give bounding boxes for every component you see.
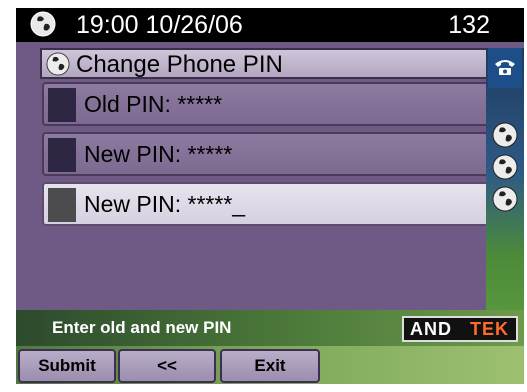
field-label: New PIN: <box>84 141 182 167</box>
extension-number: 132 <box>448 11 490 39</box>
line-sidebar <box>486 48 524 324</box>
top-bar: 19:00 10/26/06 132 <box>16 8 524 42</box>
globe-icon[interactable] <box>492 186 518 212</box>
page-title: Change Phone PIN <box>76 51 283 78</box>
page-title-bar: Change Phone PIN <box>40 48 500 79</box>
field-value: ***** <box>187 141 233 167</box>
field-label: New PIN: <box>84 191 182 217</box>
exit-button[interactable]: Exit <box>220 349 320 383</box>
line-button[interactable] <box>488 48 522 88</box>
confirm-pin-field[interactable]: New PIN: *****_ <box>42 182 498 226</box>
globe-icon[interactable] <box>492 122 518 148</box>
phone-icon <box>495 60 515 75</box>
back-button[interactable]: << <box>118 349 216 383</box>
status-bar: Enter old and new PIN AND TEK <box>16 310 524 346</box>
andtek-logo: AND TEK <box>402 316 518 342</box>
field-marker <box>48 188 76 222</box>
globe-icon <box>46 52 70 76</box>
phone-screen: 19:00 10/26/06 132 Change Phone PIN Old … <box>16 8 524 384</box>
time-date: 19:00 10/26/06 <box>76 11 243 39</box>
old-pin-field[interactable]: Old PIN: ***** <box>42 82 498 126</box>
submit-button[interactable]: Submit <box>18 349 116 383</box>
softkey-bar: Submit << Exit <box>16 346 524 384</box>
field-marker <box>48 138 76 172</box>
field-value: ***** <box>177 91 223 117</box>
field-value: *****_ <box>187 191 246 217</box>
globe-icon <box>30 11 56 37</box>
new-pin-field[interactable]: New PIN: ***** <box>42 132 498 176</box>
field-marker <box>48 88 76 122</box>
globe-icon[interactable] <box>492 154 518 180</box>
field-label: Old PIN: <box>84 91 171 117</box>
status-message: Enter old and new PIN <box>52 318 232 337</box>
